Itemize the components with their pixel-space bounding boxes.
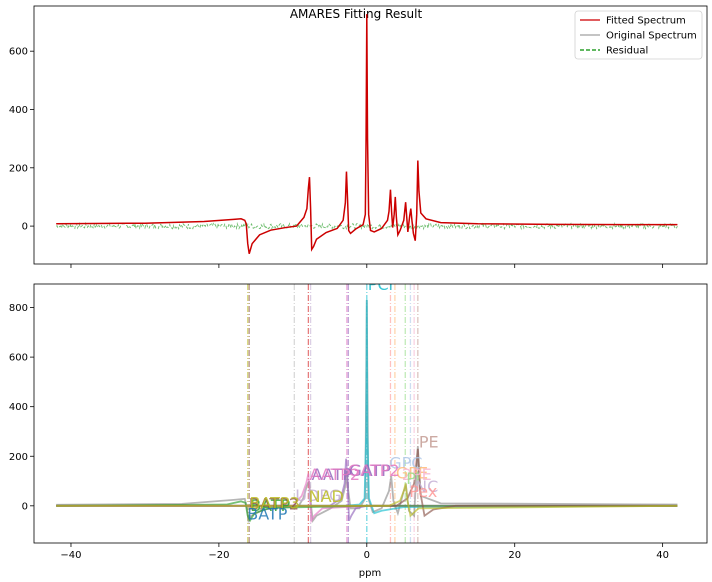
bottom-y-tick-label: 600 bbox=[9, 353, 28, 364]
top-y-tick-label: 0 bbox=[22, 222, 28, 233]
peak-label: NAD bbox=[309, 487, 344, 506]
figure-background bbox=[0, 0, 712, 582]
legend: Fitted Spectrum Original Spectrum Residual bbox=[574, 10, 703, 60]
figure-title: AMARES Fitting Result bbox=[290, 7, 423, 21]
top-y-tick-label: 400 bbox=[9, 105, 28, 116]
bottom-x-tick-label: 0 bbox=[364, 550, 370, 561]
bottom-y-tick-label: 800 bbox=[9, 303, 28, 314]
peak-label: AATP2 bbox=[309, 465, 360, 484]
peak-label: PE bbox=[419, 433, 439, 452]
legend-label: Original Spectrum bbox=[606, 31, 697, 42]
bottom-y-tick-label: 0 bbox=[22, 501, 28, 512]
legend-label: Residual bbox=[606, 46, 648, 57]
top-y-tick-label: 200 bbox=[9, 163, 28, 174]
legend-label: Fitted Spectrum bbox=[606, 16, 686, 27]
bottom-x-tick-label: −40 bbox=[60, 550, 81, 561]
peak-label: Pex bbox=[409, 482, 437, 501]
bottom-y-tick-label: 200 bbox=[9, 452, 28, 463]
bottom-y-tick-label: 400 bbox=[9, 402, 28, 413]
x-axis-label: ppm bbox=[359, 568, 381, 579]
top-y-tick-label: 600 bbox=[9, 47, 28, 58]
figure-canvas: AMARES Fitting Result 0200400600Fitted S… bbox=[0, 0, 712, 582]
bottom-x-tick-label: −20 bbox=[208, 550, 229, 561]
bottom-x-tick-label: 40 bbox=[656, 550, 669, 561]
peak-label: BATP bbox=[247, 504, 287, 523]
bottom-x-tick-label: 20 bbox=[508, 550, 521, 561]
